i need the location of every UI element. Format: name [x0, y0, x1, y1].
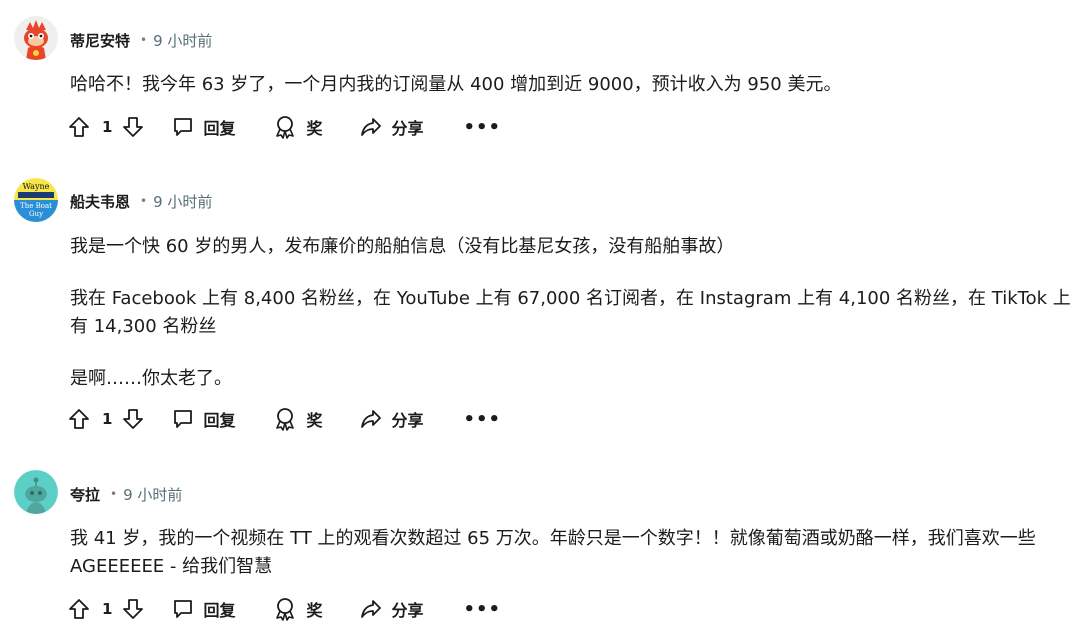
share-icon: [361, 410, 382, 428]
share-icon: [361, 600, 382, 618]
comment-header: 夸拉 • 9 小时前: [70, 484, 182, 504]
share-icon: [361, 118, 382, 136]
vote-count: 1: [102, 410, 113, 428]
avatar[interactable]: [14, 470, 58, 514]
separator-dot: •: [140, 194, 148, 208]
more-options-icon[interactable]: •••: [463, 117, 501, 138]
comment-actions: 1 回复 奖 分享 •••: [68, 595, 501, 623]
comment-paragraph: 是啊……你太老了。: [70, 368, 232, 389]
upvote-button[interactable]: [68, 116, 90, 138]
share-label: 分享: [391, 119, 424, 138]
share-button[interactable]: 分享: [360, 407, 423, 431]
username[interactable]: 蒂尼安特: [70, 30, 130, 51]
comment-bubble-icon: [174, 118, 193, 136]
upvote-icon: [69, 117, 89, 137]
comment-body: 哈哈不！我今年 63 岁了，一个月内我的订阅量从 400 增加到近 9000，预…: [70, 71, 1076, 99]
share-label: 分享: [391, 411, 424, 430]
comment-bubble-icon: [174, 600, 193, 618]
award-button[interactable]: 奖: [273, 407, 322, 431]
reply-button[interactable]: 回复: [172, 597, 235, 621]
award-label: 奖: [306, 601, 323, 620]
timestamp[interactable]: 9 小时前: [153, 191, 212, 212]
award-label: 奖: [306, 411, 323, 430]
teal-snoo-icon: [14, 470, 58, 514]
downvote-icon: [123, 409, 144, 429]
avatar[interactable]: [14, 16, 58, 60]
reply-label: 回复: [203, 411, 236, 430]
avatar-text-guy: Guy: [29, 210, 43, 218]
award-icon: [276, 116, 295, 139]
upvote-button[interactable]: [68, 598, 90, 620]
reply-button[interactable]: 回复: [172, 115, 235, 139]
award-button[interactable]: 奖: [273, 597, 322, 621]
comment-body: 我在 Facebook 上有 8,400 名粉丝，在 YouTube 上有 67…: [70, 285, 1076, 341]
more-options-icon[interactable]: •••: [463, 409, 501, 430]
boat-guy-logo-icon: Wayne The Boat Guy: [14, 178, 58, 222]
reply-button[interactable]: 回复: [172, 407, 235, 431]
downvote-icon: [123, 117, 144, 137]
award-button[interactable]: 奖: [273, 115, 322, 139]
downvote-button[interactable]: [122, 408, 144, 430]
comment-actions: 1 回复 奖 分享 •••: [68, 113, 501, 141]
comment-actions: 1 回复 奖 分享 •••: [68, 405, 501, 433]
comment-body: 我 41 岁，我的一个视频在 TT 上的观看次数超过 65 万次。年龄只是一个数…: [70, 525, 1076, 581]
award-icon: [276, 598, 295, 621]
upvote-button[interactable]: [68, 408, 90, 430]
comment-paragraph: 哈哈不！我今年 63 岁了，一个月内我的订阅量从 400 增加到近 9000，预…: [70, 74, 842, 95]
comment-header: 蒂尼安特 • 9 小时前: [70, 30, 212, 50]
award-label: 奖: [306, 119, 323, 138]
share-button[interactable]: 分享: [360, 115, 423, 139]
more-options-icon[interactable]: •••: [463, 599, 501, 620]
comment-body: 我是一个快 60 岁的男人，发布廉价的船舶信息（没有比基尼女孩，没有船舶事故）: [70, 233, 1076, 261]
timestamp[interactable]: 9 小时前: [153, 30, 212, 51]
upvote-icon: [69, 599, 89, 619]
separator-dot: •: [140, 33, 148, 47]
username[interactable]: 船夫韦恩: [70, 191, 130, 212]
share-button[interactable]: 分享: [360, 597, 423, 621]
avatar[interactable]: Wayne The Boat Guy: [14, 178, 58, 222]
vote-count: 1: [102, 118, 113, 136]
timestamp[interactable]: 9 小时前: [123, 484, 182, 505]
reply-label: 回复: [203, 119, 236, 138]
vote-count: 1: [102, 600, 113, 618]
comment-paragraph: 我是一个快 60 岁的男人，发布廉价的船舶信息（没有比基尼女孩，没有船舶事故）: [70, 236, 735, 257]
comment-header: 船夫韦恩 • 9 小时前: [70, 191, 212, 211]
separator-dot: •: [110, 487, 118, 501]
downvote-button[interactable]: [122, 116, 144, 138]
comment-body: 是啊……你太老了。: [70, 365, 1076, 393]
avatar-text-wayne: Wayne: [23, 182, 50, 191]
comment-paragraph: 我 41 岁，我的一个视频在 TT 上的观看次数超过 65 万次。年龄只是一个数…: [70, 528, 1036, 577]
red-flame-mascot-icon: [14, 16, 58, 60]
reply-label: 回复: [203, 601, 236, 620]
upvote-icon: [69, 409, 89, 429]
downvote-icon: [123, 599, 144, 619]
award-icon: [276, 408, 295, 431]
share-label: 分享: [391, 601, 424, 620]
comment-bubble-icon: [174, 410, 193, 428]
avatar-text-the-boat: The Boat: [20, 202, 52, 210]
downvote-button[interactable]: [122, 598, 144, 620]
comment-paragraph: 我在 Facebook 上有 8,400 名粉丝，在 YouTube 上有 67…: [70, 288, 1071, 337]
username[interactable]: 夸拉: [70, 484, 100, 505]
